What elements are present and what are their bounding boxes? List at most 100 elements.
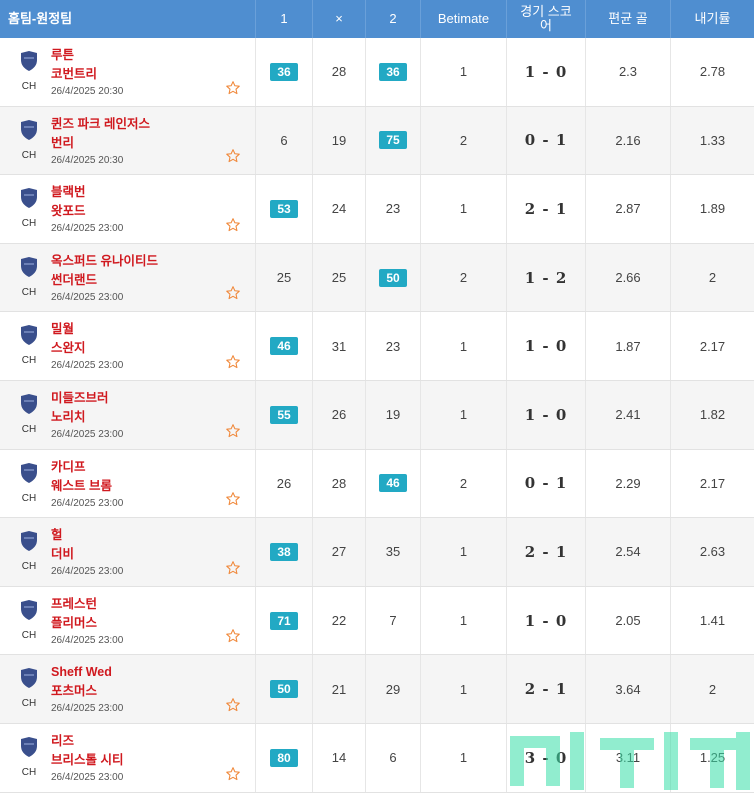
match-datetime: 26/4/2025 23:00	[51, 703, 124, 715]
away-win-prob-cell: 23	[366, 175, 421, 243]
match-teams-cell: CH 카디프 웨스트 브롬 26/4/2025 23:00	[0, 449, 256, 518]
shield-icon	[21, 736, 37, 757]
away-team-link[interactable]: 번리	[51, 134, 150, 153]
table-row[interactable]: CH 미들즈브러 노리치 26/4/2025 23:00 55 26 19 1 …	[0, 380, 754, 450]
home-win-prob-cell: 50	[256, 655, 313, 723]
team-names: 헐 더비 26/4/2025 23:00	[51, 526, 123, 577]
table-row[interactable]: CH 퀸즈 파크 레인저스 번리 26/4/2025 20:30 6 19 75…	[0, 106, 754, 176]
table-row[interactable]: CH 프레스턴 플리머스 26/4/2025 23:00 71 22 7 1 1…	[0, 586, 754, 656]
table-row[interactable]: CH 옥스퍼드 유나이티드 썬더랜드 26/4/2025 23:00 25 25…	[0, 243, 754, 313]
away-team-link[interactable]: 포츠머스	[51, 682, 123, 701]
team-names: 밀월 스완지 26/4/2025 23:00	[51, 320, 123, 371]
score-cell: 1 - 0	[507, 38, 586, 106]
shield-icon	[21, 325, 37, 346]
draw-prob-cell: 28	[313, 38, 366, 106]
betimate-pick: 1	[421, 655, 507, 723]
home-team-link[interactable]: 밀월	[51, 320, 123, 339]
match-score: 1 - 0	[524, 405, 568, 424]
away-team-link[interactable]: 플리머스	[51, 614, 123, 633]
table-row[interactable]: CH 헐 더비 26/4/2025 23:00 38 27 35 1 2 - 1…	[0, 518, 754, 587]
league-code: CH	[21, 286, 37, 298]
home-win-prob-cell: 38	[256, 518, 313, 586]
draw-prob-cell: 26	[313, 380, 366, 449]
favorite-star-icon[interactable]	[225, 217, 241, 233]
match-teams-cell: CH 미들즈브러 노리치 26/4/2025 23:00	[0, 380, 256, 449]
league-badge: CH	[14, 736, 44, 778]
away-win-prob-cell: 6	[366, 723, 421, 792]
away-team-link[interactable]: 스완지	[51, 339, 123, 358]
betimate-pick: 2	[421, 449, 507, 518]
away-team-link[interactable]: 웨스트 브롬	[51, 477, 123, 496]
table-row[interactable]: CH 카디프 웨스트 브롬 26/4/2025 23:00 26 28 46 2…	[0, 449, 754, 519]
table-row[interactable]: CH Sheff Wed 포츠머스 26/4/2025 23:00 50 21 …	[0, 655, 754, 724]
score-cell: 1 - 0	[507, 380, 586, 449]
favorite-star-icon[interactable]	[225, 285, 241, 301]
favorite-star-icon[interactable]	[225, 491, 241, 507]
match-score: 1 - 2	[524, 268, 568, 287]
home-win-prob-cell: 6	[256, 106, 313, 175]
favorite-star-icon[interactable]	[225, 697, 241, 713]
favorite-star-icon[interactable]	[225, 423, 241, 439]
match-datetime: 26/4/2025 23:00	[51, 634, 124, 646]
match-teams-cell: CH 블랙번 왓포드 26/4/2025 23:00	[0, 175, 256, 243]
away-win-prob-cell: 29	[366, 655, 421, 723]
home-team-link[interactable]: 프레스턴	[51, 595, 123, 614]
match-score: 3 - 0	[524, 748, 568, 767]
table-row[interactable]: CH 루튼 코번트리 26/4/2025 20:30 36 28 36 1 1 …	[0, 38, 754, 107]
table-row[interactable]: CH 블랙번 왓포드 26/4/2025 23:00 53 24 23 1 2 …	[0, 175, 754, 244]
home-team-link[interactable]: Sheff Wed	[51, 663, 123, 682]
betimate-pick: 2	[421, 106, 507, 175]
home-team-link[interactable]: 블랙번	[51, 183, 123, 202]
team-names: Sheff Wed 포츠머스 26/4/2025 23:00	[51, 663, 123, 714]
away-win-prob-badge: 46	[379, 474, 407, 493]
favorite-star-icon[interactable]	[225, 628, 241, 644]
shield-icon	[21, 256, 37, 277]
match-teams-cell: CH 밀월 스완지 26/4/2025 23:00	[0, 312, 256, 380]
table-row[interactable]: CH 밀월 스완지 26/4/2025 23:00 46 31 23 1 1 -…	[0, 312, 754, 381]
home-win-prob-cell: 25	[256, 243, 313, 312]
away-team-link[interactable]: 노리치	[51, 408, 123, 427]
avg-goals: 2.87	[586, 175, 671, 243]
draw-prob-cell: 21	[313, 655, 366, 723]
away-team-link[interactable]: 코번트리	[51, 65, 123, 84]
league-code: CH	[21, 218, 37, 230]
away-win-prob-cell: 7	[366, 586, 421, 655]
table-row[interactable]: CH 리즈 브리스톨 시티 26/4/2025 23:00 80 14 6 1 …	[0, 723, 754, 793]
shield-icon	[21, 119, 37, 140]
betimate-pick: 1	[421, 312, 507, 380]
score-cell: 2 - 1	[507, 518, 586, 586]
score-cell: 3 - 0	[507, 723, 586, 792]
match-score: 1 - 0	[524, 337, 568, 356]
home-team-link[interactable]: 루튼	[51, 46, 123, 65]
favorite-star-icon[interactable]	[225, 80, 241, 96]
team-names: 프레스턴 플리머스 26/4/2025 23:00	[51, 595, 123, 646]
match-datetime: 26/4/2025 23:00	[51, 360, 124, 372]
away-team-link[interactable]: 왓포드	[51, 202, 123, 221]
score-cell: 1 - 0	[507, 586, 586, 655]
odds-value: 2.78	[699, 64, 726, 80]
home-team-link[interactable]: 리즈	[51, 732, 123, 751]
favorite-star-icon[interactable]	[225, 560, 241, 576]
home-team-link[interactable]: 카디프	[51, 458, 123, 477]
home-team-link[interactable]: 옥스퍼드 유나이티드	[51, 252, 158, 271]
match-score: 2 - 1	[524, 199, 568, 218]
home-team-link[interactable]: 미들즈브러	[51, 389, 123, 408]
favorite-star-icon[interactable]	[225, 148, 241, 164]
match-datetime: 26/4/2025 20:30	[51, 86, 124, 97]
match-datetime: 26/4/2025 20:30	[51, 154, 124, 166]
home-team-link[interactable]: 퀸즈 파크 레인저스	[51, 115, 150, 134]
shield-icon	[21, 188, 37, 209]
match-score: 0 - 1	[524, 131, 568, 150]
home-team-link[interactable]: 헐	[51, 526, 123, 545]
away-team-link[interactable]: 브리스톨 시티	[51, 751, 123, 770]
favorite-star-icon[interactable]	[225, 766, 241, 782]
away-team-link[interactable]: 더비	[51, 545, 123, 564]
favorite-star-icon[interactable]	[225, 354, 241, 370]
match-teams-cell: CH Sheff Wed 포츠머스 26/4/2025 23:00	[0, 655, 256, 723]
away-team-link[interactable]: 썬더랜드	[51, 271, 158, 290]
avg-goals: 2.3	[586, 38, 671, 106]
away-win-prob-cell: 35	[366, 518, 421, 586]
league-code: CH	[21, 629, 37, 641]
header-score: 경기 스코어	[507, 0, 586, 38]
betimate-pick: 1	[421, 175, 507, 243]
